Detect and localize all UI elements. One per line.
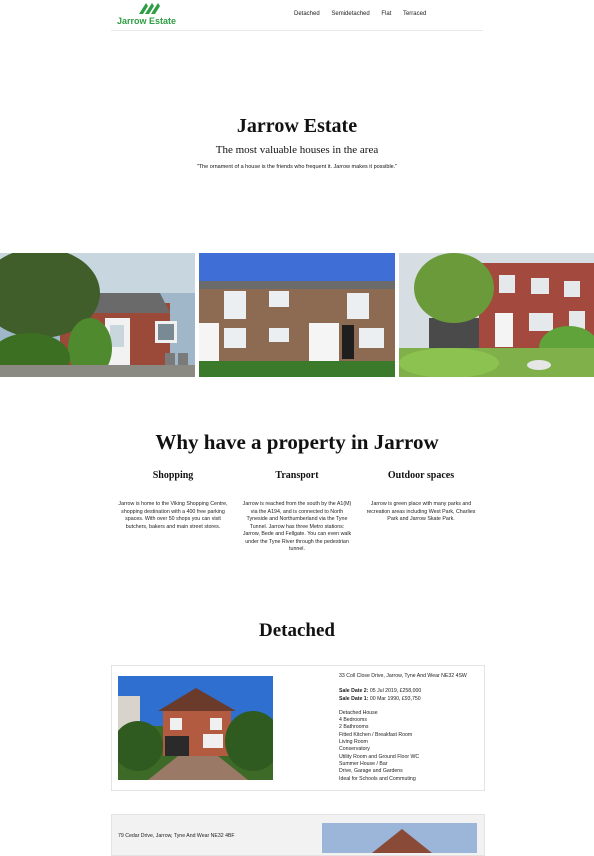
property-address: 79 Cedar Drive, Jarrow, Tyne And Wear NE…	[118, 833, 235, 839]
why-col-transport: Transport Jarrow is reached from the sou…	[242, 470, 352, 554]
sale-date-2: Sale Date 2: 05 Jul 2019, £258,000	[339, 688, 484, 695]
feature-item: Summer House / Bar	[339, 760, 388, 767]
why-col-heading: Outdoor spaces	[387, 470, 455, 481]
why-title: Why have a property in Jarrow	[155, 430, 439, 454]
hero-title: Jarrow Estate	[236, 115, 358, 137]
nav-terraced[interactable]: Terraced	[403, 11, 426, 17]
nav-detached[interactable]: Detached	[294, 11, 320, 17]
feature-item: 4 Bedrooms	[339, 717, 367, 724]
sale-date-value: 05 Jul 2019, £258,000	[369, 688, 422, 695]
brand-logo[interactable]: Jarrow Estate	[117, 1, 177, 29]
property-card[interactable]: 33 Coll Close Drive, Jarrow, Tyne And We…	[111, 665, 485, 791]
sale-date-label: Sale Date 1:	[339, 695, 369, 702]
feature-item: Drive, Garage and Gardens	[339, 768, 403, 775]
sale-date-1: Sale Date 1: 00 Mar 1990, £93,750	[339, 696, 484, 703]
nav-semidetached[interactable]: Semidetached	[331, 11, 369, 17]
house-photo-3	[399, 253, 594, 377]
feature-item: Fitted Kitchen / Breakfast Room	[339, 731, 413, 738]
site-header: Jarrow Estate Detached Semidetached Flat…	[111, 0, 483, 31]
hero-quote: "The ornament of a house is the friends …	[196, 164, 398, 170]
feature-item: 2 Bathrooms	[339, 724, 369, 731]
sale-date-label: Sale Date 2:	[339, 688, 369, 695]
hero-subtitle: The most valuable houses in the area	[215, 144, 379, 156]
why-col-text: Jarrow is reached from the south by the …	[242, 501, 352, 552]
why-col-heading: Shopping	[152, 470, 194, 481]
detached-title: Detached	[259, 620, 335, 641]
property-features: Detached House 4 Bedrooms 2 Bathrooms Fi…	[339, 710, 484, 783]
house-photo-1	[0, 253, 195, 377]
feature-item: Living Room	[339, 739, 368, 746]
why-col-outdoor: Outdoor spaces Jarrow is green place wit…	[366, 470, 476, 524]
why-col-heading: Transport	[275, 470, 319, 481]
house-photo-2	[199, 253, 395, 377]
why-col-shopping: Shopping Jarrow is home to the Viking Sh…	[118, 470, 228, 531]
feature-item: Conservatory	[339, 746, 370, 753]
nav-flat[interactable]: Flat	[381, 11, 391, 17]
feature-item: Ideal for Schools and Commuting	[339, 775, 416, 782]
photo-strip	[0, 253, 594, 377]
why-col-text: Jarrow is home to the Viking Shopping Ce…	[118, 501, 228, 530]
brand-leaf-icon	[139, 3, 160, 14]
property-photo[interactable]	[118, 676, 273, 780]
why-col-text: Jarrow is green place with many parks an…	[366, 501, 476, 522]
feature-item: Detached House	[339, 709, 378, 716]
brand-name: Jarrow Estate	[117, 16, 177, 26]
main-nav: Detached Semidetached Flat Terraced	[294, 11, 436, 17]
property-photo[interactable]	[322, 823, 477, 853]
property-card[interactable]: 79 Cedar Drive, Jarrow, Tyne And Wear NE…	[111, 814, 485, 856]
property-details: 33 Coll Close Drive, Jarrow, Tyne And We…	[339, 673, 484, 783]
property-address: 33 Coll Close Drive, Jarrow, Tyne And We…	[339, 673, 467, 679]
sale-date-value: 00 Mar 1990, £93,750	[369, 695, 421, 702]
feature-item: Utility Room and Ground Floor WC	[339, 753, 420, 760]
